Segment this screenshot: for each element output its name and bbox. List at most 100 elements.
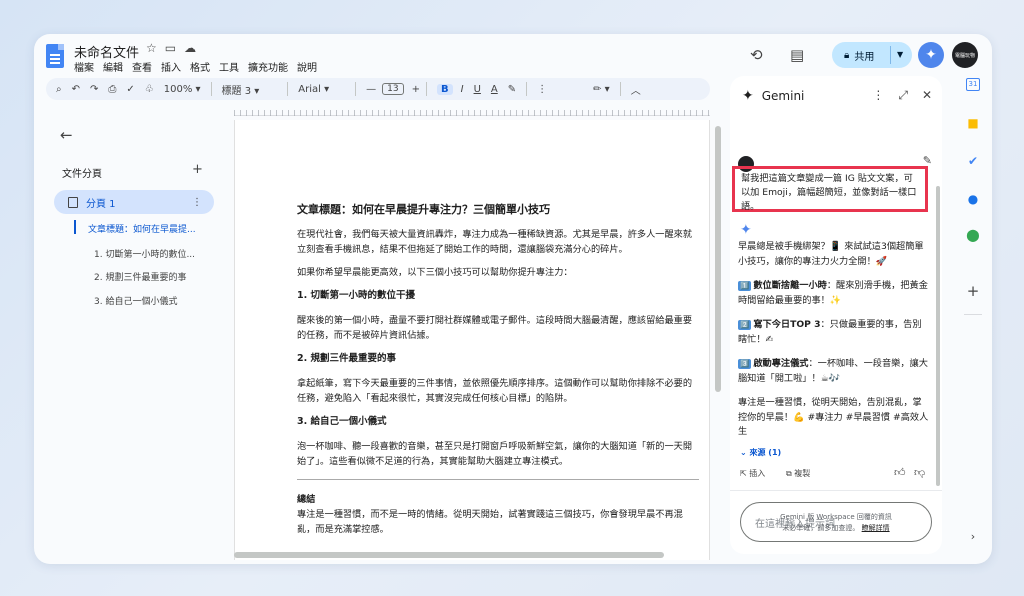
toolbar-divider: [526, 82, 528, 96]
horizontal-scrollbar[interactable]: [234, 552, 664, 558]
style-select[interactable]: 標題 3 ▾: [222, 82, 260, 97]
highlight-icon[interactable]: ✎: [508, 84, 516, 95]
doc-heading[interactable]: 文章標題：如何在早晨提升專注力？三個簡單小技巧: [297, 202, 699, 217]
back-arrow-icon[interactable]: ←: [60, 126, 73, 144]
redo-icon[interactable]: ↷: [90, 84, 98, 95]
calendar-icon[interactable]: 31: [966, 78, 980, 91]
more-options-icon[interactable]: ⋮: [537, 84, 547, 95]
copy-button[interactable]: ⧉ 複製: [786, 468, 810, 479]
outline-item-1[interactable]: 1. 切斷第一小時的數位...: [94, 247, 195, 260]
chevron-down-icon[interactable]: ▼: [897, 50, 903, 59]
thumbs-down-icon[interactable]: 👎︎: [914, 466, 925, 479]
doc-paragraph[interactable]: 泡一杯咖啡、聽一段喜歡的音樂，甚至只是打開窗戶呼吸新鮮空氣，讓你的大腦知道「新的…: [297, 439, 699, 469]
search-menus-icon[interactable]: ⌕: [56, 84, 62, 95]
close-icon[interactable]: ✕: [922, 88, 932, 103]
font-size-input[interactable]: 13: [382, 83, 404, 95]
insert-button[interactable]: ⇱ 插入: [740, 468, 765, 479]
number-badge: 1️⃣: [738, 281, 752, 291]
rail-divider: [964, 314, 982, 315]
print-icon[interactable]: ⎙: [108, 84, 116, 95]
add-app-icon[interactable]: +: [966, 282, 980, 300]
menu-insert[interactable]: 插入: [161, 59, 181, 74]
learn-more-link[interactable]: 瞭解詳情: [862, 524, 890, 532]
outline-item-2[interactable]: 2. 規劃三件最重要的事: [94, 270, 186, 283]
gemini-toggle-button[interactable]: ✦: [918, 42, 944, 68]
doc-paragraph[interactable]: 拿起紙筆，寫下今天最重要的三件事情，並依照優先順序排序。這個動作可以幫助你排除不…: [297, 376, 699, 406]
doc-paragraph[interactable]: 醒來後的第一個小時，盡量不要打開社群媒體或電子郵件。這段時間大腦最清醒，應該留給…: [297, 313, 699, 343]
menu-help[interactable]: 說明: [297, 59, 317, 74]
doc-paragraph[interactable]: 如果你希望早晨能更高效，以下三個小技巧可以幫助你提升專注力：: [297, 265, 699, 280]
thumbs-up-icon[interactable]: 👍︎: [894, 466, 906, 479]
menu-file[interactable]: 檔案: [74, 59, 94, 74]
doc-subheading[interactable]: 2. 規劃三件最重要的事: [297, 351, 699, 366]
menu-extensions[interactable]: 擴充功能: [248, 59, 288, 74]
toolbar-divider: [355, 82, 357, 96]
tasks-icon[interactable]: ✔: [966, 154, 980, 168]
response-paragraph: 早晨總是被手機綁架？📱 來試試這3個超簡單小技巧，讓你的專注力火力全開！🚀: [738, 241, 924, 267]
doc-paragraph[interactable]: 在現代社會，我們每天被大量資訊轟炸，專注力成為一種稀缺資源。尤其是早晨，許多人一…: [297, 227, 699, 257]
docs-logo-icon[interactable]: [46, 44, 64, 68]
editing-mode-icon[interactable]: ✏ ▾: [593, 84, 610, 95]
menu-format[interactable]: 格式: [190, 59, 210, 74]
share-divider: [890, 46, 891, 64]
gemini-scrollbar[interactable]: [936, 186, 940, 486]
more-options-icon[interactable]: ⋮: [872, 88, 884, 103]
document-scrollbar[interactable]: [714, 120, 722, 560]
gemini-header-actions: ⋮ ⤢ ✕: [872, 88, 932, 103]
scrollbar-thumb[interactable]: [715, 126, 721, 392]
outline-item-title[interactable]: 文章標題：如何在早晨提...: [88, 222, 196, 235]
response-paragraph: 專注是一種習慣，從明天開始，告別混亂，掌控你的早晨！💪 #專注力 #早晨習慣 #…: [738, 397, 929, 437]
divider: [730, 490, 942, 491]
menu-tools[interactable]: 工具: [219, 59, 239, 74]
sources-toggle[interactable]: ⌄ 來源 (1): [740, 447, 781, 458]
undo-icon[interactable]: ↶: [72, 84, 80, 95]
move-folder-icon[interactable]: ▭: [165, 41, 176, 55]
increase-font-button[interactable]: +: [412, 84, 420, 95]
expand-panel-icon[interactable]: ›: [966, 530, 980, 543]
formatting-toolbar: ⌕ ↶ ↷ ⎙ ✓ ♧ 100% ▾ 標題 3 ▾ Arial ▾ — 13 +…: [46, 78, 710, 100]
paint-format-icon[interactable]: ♧: [145, 84, 154, 95]
user-prompt: 幫我把這篇文章變成一篇 IG 貼文文案，可以加 Emoji，篇幅超簡短，並像對話…: [732, 166, 928, 212]
menu-edit[interactable]: 編輯: [103, 59, 123, 74]
tab-more-icon[interactable]: ⋮: [192, 197, 202, 208]
keep-icon[interactable]: ■: [966, 116, 980, 130]
doc-summary-heading[interactable]: 總結: [297, 492, 699, 507]
add-tab-icon[interactable]: +: [192, 162, 203, 177]
cloud-status-icon[interactable]: ☁: [184, 41, 196, 55]
gemini-panel: ✦ Gemini ⋮ ⤢ ✕ ✎ 幫我把這篇文章變成一篇 IG 貼文文案，可以加…: [730, 76, 942, 554]
gemini-sparkle-icon: ✦: [925, 47, 937, 63]
zoom-select[interactable]: 100% ▾: [164, 84, 201, 95]
toolbar-divider: [619, 82, 621, 96]
tab-1[interactable]: 分頁 1 ⋮: [54, 190, 214, 214]
share-button[interactable]: 🔒︎ 共用 ▼: [832, 42, 912, 68]
collapse-menus-icon[interactable]: ︿: [631, 82, 641, 97]
doc-subheading[interactable]: 3. 給自己一個小儀式: [297, 414, 699, 429]
outline-item-3[interactable]: 3. 給自己一個小儀式: [94, 294, 177, 307]
contacts-icon[interactable]: ●: [966, 192, 980, 206]
bold-button[interactable]: B: [436, 83, 453, 95]
underline-button[interactable]: U: [474, 84, 481, 95]
spellcheck-icon[interactable]: ✓: [126, 84, 134, 95]
decrease-font-button[interactable]: —: [366, 84, 376, 95]
history-icon[interactable]: ⟲: [750, 46, 763, 64]
number-badge: 2️⃣: [738, 320, 752, 330]
horizontal-ruler[interactable]: [234, 104, 710, 116]
text-color-button[interactable]: A: [491, 84, 498, 95]
menu-view[interactable]: 查看: [132, 59, 152, 74]
star-icon[interactable]: ☆: [146, 41, 157, 55]
chevron-down-icon: ⌄: [740, 448, 747, 457]
side-apps-rail: 31 ■ ✔ ● ⬤ + ›: [958, 76, 988, 546]
document-body[interactable]: 文章標題：如何在早晨提升專注力？三個簡單小技巧 在現代社會，我們每天被大量資訊轟…: [297, 202, 699, 545]
document-page[interactable]: 文章標題：如何在早晨提升專注力？三個簡單小技巧 在現代社會，我們每天被大量資訊轟…: [234, 120, 710, 560]
avatar[interactable]: 電腦玩物: [952, 42, 978, 68]
maps-icon[interactable]: ⬤: [966, 228, 980, 242]
expand-icon[interactable]: ⤢: [898, 88, 908, 103]
gemini-sparkle-icon: ✦: [742, 88, 754, 104]
italic-button[interactable]: I: [461, 84, 464, 95]
font-select[interactable]: Arial ▾: [298, 84, 329, 95]
doc-paragraph[interactable]: 專注是一種習慣，而不是一時的情緒。從明天開始，試著實踐這三個技巧，你會發現早晨不…: [297, 507, 699, 537]
doc-subheading[interactable]: 1. 切斷第一小時的數位干擾: [297, 288, 699, 303]
comments-icon[interactable]: ▤: [790, 46, 804, 64]
outline-active-indicator: [74, 220, 76, 234]
response-item-3: 3️⃣ 啟動專注儀式：一杯咖啡、一段音樂，讓大腦知道「開工啦」！☕🎶: [738, 358, 928, 384]
